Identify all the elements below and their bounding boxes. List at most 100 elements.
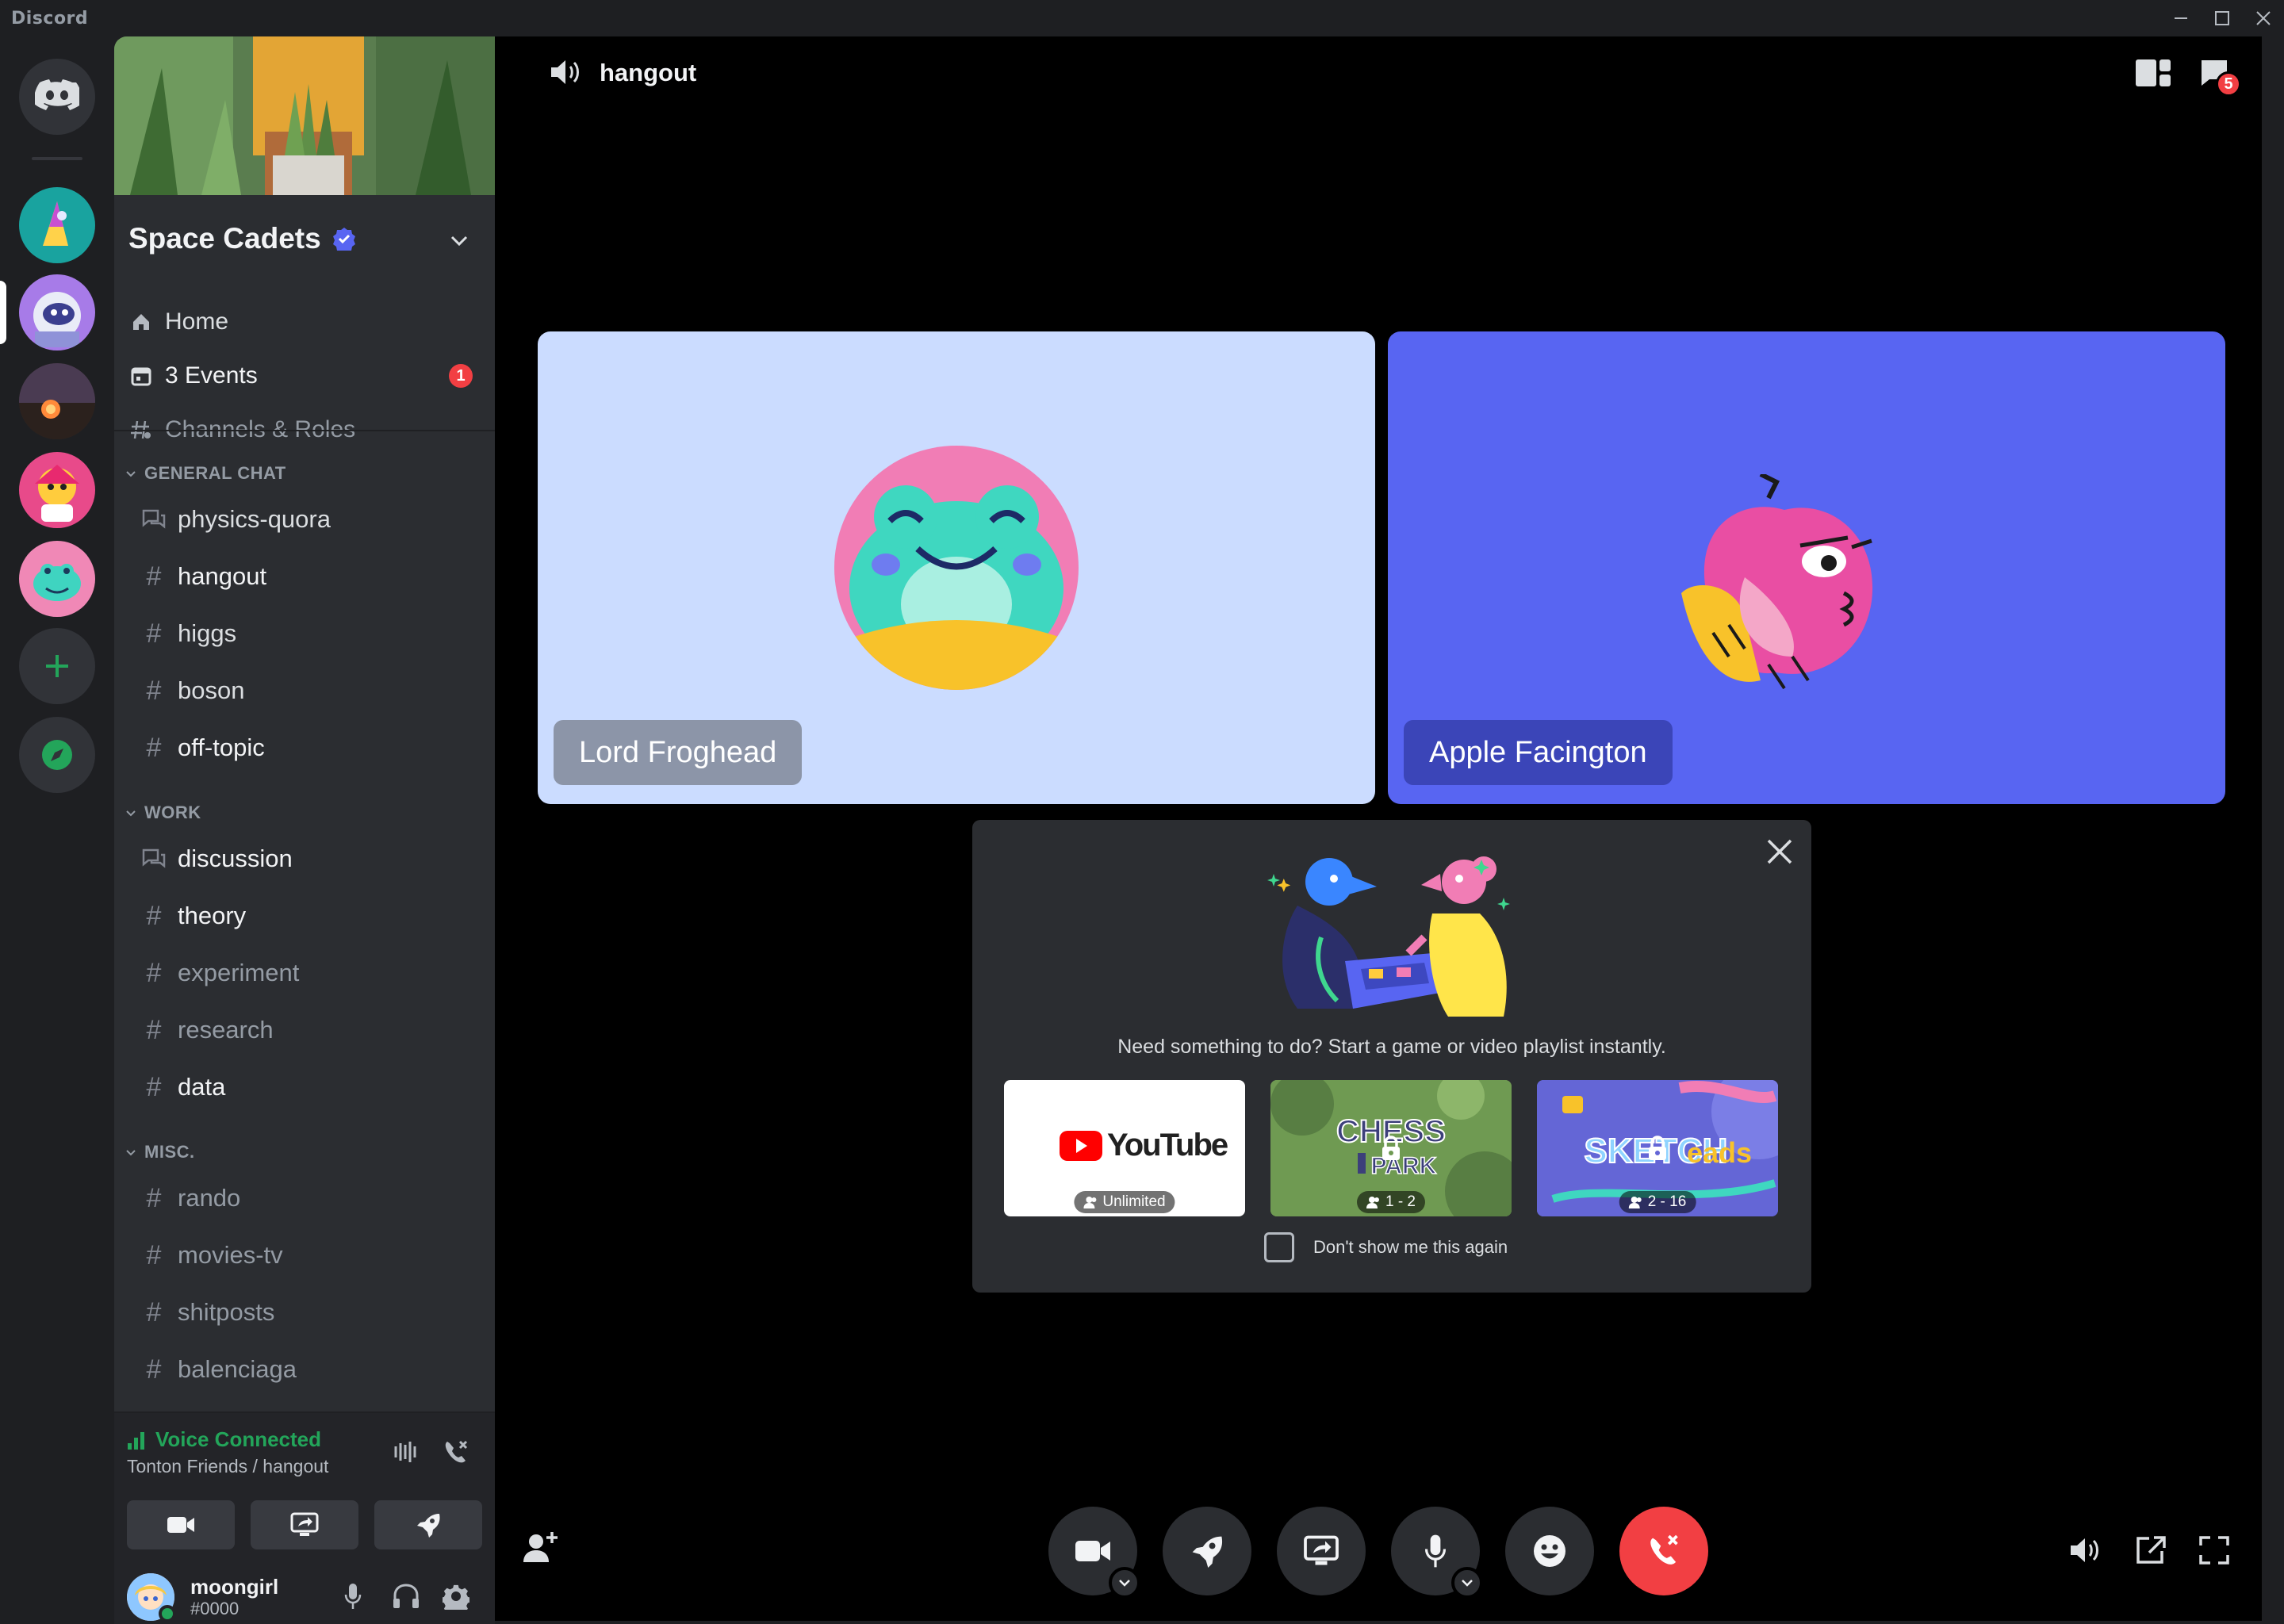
- category-work[interactable]: WORK: [124, 802, 201, 823]
- voice-status[interactable]: Voice Connected: [127, 1427, 321, 1452]
- active-server-pill: [0, 281, 6, 344]
- category-label: GENERAL CHAT: [144, 463, 286, 483]
- server-icon-3[interactable]: [19, 363, 95, 439]
- window-edge: [2262, 36, 2284, 1624]
- category-misc[interactable]: MISC.: [124, 1142, 195, 1162]
- plus-icon: [46, 655, 68, 677]
- direct-messages-button[interactable]: [19, 59, 95, 135]
- youtube-play-icon: [1060, 1130, 1102, 1161]
- voice-status-text: Voice Connected: [155, 1427, 322, 1451]
- volume-icon[interactable]: [2068, 1535, 2102, 1565]
- camera-toggle-button[interactable]: [1048, 1507, 1140, 1599]
- grid-layout-icon[interactable]: [2135, 59, 2171, 87]
- hash-icon: #: [146, 618, 162, 649]
- hash-icon: #: [146, 732, 162, 763]
- channel-boson[interactable]: # boson: [127, 666, 482, 715]
- hash-icon: #: [146, 957, 162, 988]
- server-icon-space-cadets[interactable]: [19, 274, 95, 350]
- nav-events[interactable]: 3 Events 1: [127, 352, 482, 400]
- channel-sidebar: Space Cadets Home 3 Events 1 Channels & …: [114, 36, 495, 1624]
- dont-show-again-label[interactable]: Don't show me this again: [1313, 1237, 1508, 1258]
- channel-theory[interactable]: # theory: [127, 891, 482, 940]
- signal-strength-icon: [128, 1431, 144, 1450]
- maximize-button[interactable]: [2203, 0, 2241, 36]
- activity-card-chess-in-the-park[interactable]: CHESS PARK 1 - 2: [1270, 1080, 1512, 1216]
- activity-card-youtube[interactable]: YouTube Unlimited: [1004, 1080, 1245, 1216]
- hash-icon: #: [146, 675, 162, 706]
- microphone-icon[interactable]: [344, 1583, 362, 1610]
- nav-divider: [114, 430, 495, 431]
- disconnect-icon[interactable]: [441, 1437, 471, 1467]
- camera-button[interactable]: [127, 1500, 235, 1549]
- channel-rando[interactable]: # rando: [127, 1174, 482, 1223]
- camera-options-button[interactable]: [1109, 1567, 1140, 1599]
- screen-share-button[interactable]: [251, 1500, 358, 1549]
- microphone-toggle-button[interactable]: [1391, 1507, 1483, 1599]
- channel-data[interactable]: # data: [127, 1063, 482, 1112]
- server-menu-chevron-icon[interactable]: [447, 228, 471, 252]
- hash-icon: #: [146, 1239, 162, 1270]
- close-icon[interactable]: [1765, 837, 1794, 866]
- participant-name-plate: Lord Froghead: [554, 720, 803, 785]
- forum-icon: [138, 508, 170, 531]
- channel-movies-tv[interactable]: # movies-tv: [127, 1231, 482, 1280]
- channel-label: rando: [178, 1184, 241, 1212]
- microphone-options-button[interactable]: [1451, 1567, 1483, 1599]
- voice-location[interactable]: Tonton Friends / hangout: [127, 1456, 328, 1477]
- noise-suppression-icon[interactable]: [393, 1440, 419, 1464]
- fullscreen-icon[interactable]: [2198, 1535, 2230, 1565]
- invite-user-icon[interactable]: [523, 1530, 558, 1564]
- activities-launch-button[interactable]: [1163, 1507, 1251, 1595]
- server-icon-4[interactable]: [19, 452, 95, 528]
- capacity-label: Unlimited: [1102, 1193, 1166, 1210]
- channel-research[interactable]: # research: [127, 1005, 482, 1055]
- dont-show-again-checkbox[interactable]: [1264, 1232, 1294, 1262]
- channel-label: discussion: [178, 845, 293, 872]
- channel-label: balenciaga: [178, 1355, 297, 1383]
- activities-button[interactable]: [374, 1500, 482, 1549]
- soundboard-button[interactable]: [1505, 1507, 1594, 1595]
- screen-share-icon: [290, 1512, 319, 1536]
- pop-out-icon[interactable]: [2135, 1535, 2167, 1565]
- server-name[interactable]: Space Cadets: [128, 222, 356, 255]
- username: moongirl: [190, 1575, 279, 1599]
- server-icon-1[interactable]: [19, 187, 95, 263]
- speaker-icon: [551, 60, 579, 84]
- category-label: MISC.: [144, 1142, 195, 1162]
- close-window-button[interactable]: [2244, 0, 2282, 36]
- category-general-chat[interactable]: GENERAL CHAT: [124, 463, 286, 484]
- inbox-button[interactable]: 5: [2198, 57, 2241, 97]
- add-server-button[interactable]: [19, 628, 95, 704]
- title-bar: Discord: [0, 0, 2284, 36]
- channel-shitposts[interactable]: # shitposts: [127, 1288, 482, 1337]
- activity-card-sketch-heads[interactable]: SKETCH eads 2 - 16: [1537, 1080, 1778, 1216]
- participant-name-plate: Apple Facington: [1404, 720, 1673, 785]
- headphones-icon[interactable]: [392, 1583, 420, 1610]
- channel-hangout[interactable]: # hangout: [127, 552, 482, 601]
- server-icon-5[interactable]: [19, 541, 95, 617]
- channel-label: higgs: [178, 619, 237, 647]
- chevron-down-icon: [126, 810, 136, 817]
- rocket-icon: [1192, 1536, 1223, 1568]
- channel-higgs[interactable]: # higgs: [127, 609, 482, 658]
- channel-discussion[interactable]: discussion: [127, 834, 482, 883]
- channel-physics-quora[interactable]: physics-quora: [127, 495, 482, 544]
- capacity-label: 2 - 16: [1647, 1193, 1687, 1210]
- channel-label: theory: [178, 902, 247, 929]
- user-panel: moongirl #0000: [114, 1567, 495, 1624]
- channel-experiment[interactable]: # experiment: [127, 948, 482, 998]
- screen-share-icon: [1304, 1535, 1339, 1565]
- leave-call-button[interactable]: [1619, 1507, 1708, 1595]
- share-screen-button[interactable]: [1277, 1507, 1366, 1595]
- server-rail: [0, 36, 114, 1624]
- calendar-icon: [127, 362, 155, 390]
- participant-tile-apple-facington[interactable]: Apple Facington: [1388, 331, 2225, 804]
- minimize-button[interactable]: [2162, 0, 2200, 36]
- channel-off-topic[interactable]: # off-topic: [127, 723, 482, 772]
- participant-tile-lord-froghead[interactable]: Lord Froghead: [538, 331, 1375, 804]
- channel-balenciaga[interactable]: # balenciaga: [127, 1345, 482, 1394]
- gear-icon[interactable]: [443, 1583, 469, 1610]
- nav-home[interactable]: Home: [127, 298, 482, 346]
- explore-servers-button[interactable]: [19, 717, 95, 793]
- apple-facington-avatar: [1681, 474, 1873, 690]
